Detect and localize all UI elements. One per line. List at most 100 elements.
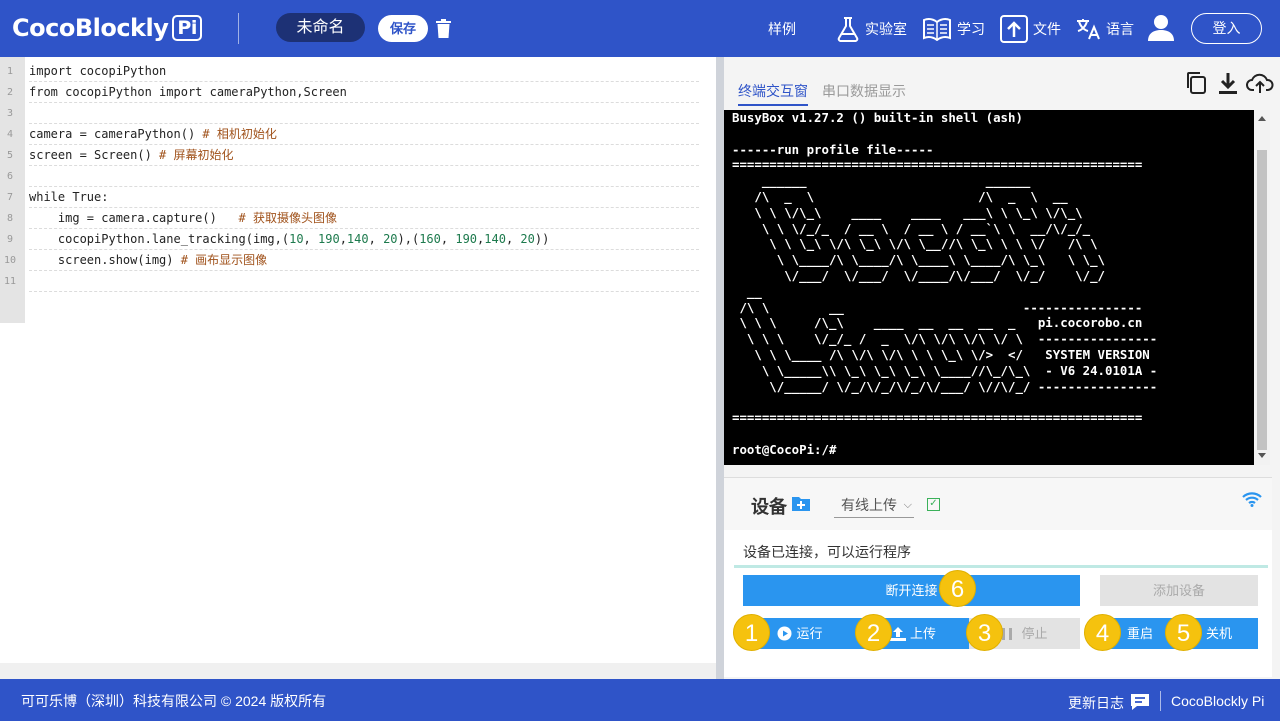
line-number: 2	[6, 87, 14, 98]
checkbox-icon[interactable]: ✓	[927, 498, 940, 511]
line-number: 4	[6, 129, 14, 140]
pause-icon	[1002, 627, 1013, 640]
callout-badge-4: 4	[1084, 614, 1121, 651]
nav-lab[interactable]: 实验室	[836, 16, 907, 42]
code-text: cocopiPython.lane_tracking(img,(10, 190,…	[29, 229, 699, 250]
scroll-down-arrow[interactable]	[1258, 453, 1266, 458]
status-bar	[734, 565, 1268, 568]
footer: 可可乐博（深圳）科技有限公司 © 2024 版权所有 更新日志 CocoBloc…	[0, 679, 1280, 721]
scroll-thumb[interactable]	[1257, 150, 1267, 450]
code-line[interactable]: 1 import cocopiPython	[0, 61, 700, 82]
code-editor[interactable]: 1 import cocopiPython 2 from cocopiPython i…	[0, 57, 716, 679]
terminal-scrollbar[interactable]	[1254, 110, 1270, 465]
flask-icon	[837, 17, 859, 42]
code-text: screen.show(img) # 画布显示图像	[29, 250, 699, 271]
code-text: camera = cameraPython() # 相机初始化	[29, 124, 699, 145]
line-number: 11	[3, 276, 17, 287]
code-comment: # 相机初始化	[202, 127, 277, 141]
book-icon	[923, 17, 951, 41]
code-line[interactable]: 4 camera = cameraPython() # 相机初始化	[0, 124, 700, 145]
translate-icon	[1077, 19, 1100, 40]
code-line[interactable]: 8 img = camera.capture() # 获取摄像头图像	[0, 208, 700, 229]
project-name[interactable]: 未命名	[276, 13, 365, 42]
header-divider	[238, 13, 239, 44]
code-comment: # 获取摄像头图像	[238, 211, 337, 225]
code-comment: # 屏幕初始化	[159, 148, 234, 162]
connection-type-value: 有线上传	[841, 497, 897, 513]
tab-serial-data[interactable]: 串口数据显示	[822, 81, 906, 101]
scroll-up-arrow[interactable]	[1258, 116, 1266, 121]
run-label: 运行	[796, 626, 823, 641]
code-text: img = camera.capture() # 获取摄像头图像	[29, 208, 699, 229]
line-number: 10	[3, 255, 17, 266]
code-line[interactable]: 10 screen.show(img) # 画布显示图像	[0, 250, 700, 271]
login-button[interactable]: 登入	[1191, 13, 1262, 44]
add-folder-icon[interactable]	[792, 495, 810, 511]
add-device-button[interactable]: 添加设备	[1100, 575, 1258, 606]
nav-language[interactable]: 语言	[1075, 16, 1134, 42]
code-text	[29, 271, 699, 292]
code-text	[29, 166, 699, 187]
code-line[interactable]: 6	[0, 166, 700, 187]
line-number: 1	[6, 66, 14, 77]
cloud-upload-icon[interactable]	[1246, 71, 1274, 95]
terminal-output[interactable]: BusyBox v1.27.2 () built-in shell (ash) …	[724, 110, 1254, 465]
trash-icon[interactable]	[436, 19, 451, 38]
save-button[interactable]: 保存	[378, 15, 428, 42]
callout-badge-5: 5	[1165, 614, 1202, 651]
chevron-down-icon: ⌵	[903, 499, 912, 511]
right-panel: 终端交互窗 串口数据显示 BusyBox v1.27.2 () built-in…	[724, 57, 1280, 679]
callout-badge-6: 6	[939, 570, 976, 607]
code-comment: # 画布显示图像	[180, 253, 268, 267]
user-icon[interactable]	[1147, 14, 1175, 42]
line-number: 3	[6, 108, 14, 119]
line-number: 5	[6, 150, 14, 161]
nav-file-label: 文件	[1033, 21, 1061, 37]
code-line[interactable]: 3	[0, 103, 700, 124]
line-number: 9	[6, 234, 14, 245]
logo-text: CocoBlockly	[12, 14, 169, 42]
code-line[interactable]: 5 screen = Screen() # 屏幕初始化	[0, 145, 700, 166]
device-header: 设备 有线上传 ⌵ ✓	[724, 478, 1272, 530]
line-number: 7	[6, 192, 14, 203]
copy-icon[interactable]	[1185, 71, 1207, 95]
download-icon[interactable]	[1217, 71, 1239, 95]
add-device-label: 添加设备	[1152, 583, 1205, 598]
code-text: screen = Screen() # 屏幕初始化	[29, 145, 699, 166]
disconnect-label: 断开连接	[885, 583, 938, 598]
device-title: 设备	[751, 497, 787, 517]
device-status-text: 设备已连接，可以运行程序	[743, 544, 911, 560]
message-icon[interactable]	[1130, 693, 1150, 711]
nav-lab-label: 实验室	[865, 21, 907, 37]
changelog-link[interactable]: 更新日志	[1068, 693, 1124, 713]
nav-examples-label: 样例	[768, 21, 796, 37]
code-line[interactable]: 11	[0, 271, 700, 292]
callout-badge-1: 1	[733, 614, 770, 651]
callout-badge-3: 3	[966, 614, 1003, 651]
tab-terminal[interactable]: 终端交互窗	[738, 81, 808, 106]
code-line[interactable]: 2 from cocopiPython import cameraPython,S…	[0, 82, 700, 103]
disconnect-button[interactable]: 断开连接	[743, 575, 1080, 606]
app-logo[interactable]: CocoBlockly Pi	[12, 14, 202, 42]
code-line[interactable]: 9 cocopiPython.lane_tracking(img,(10, 19…	[0, 229, 700, 250]
nav-file[interactable]: 文件	[1000, 15, 1061, 43]
upload-label: 上传	[909, 626, 936, 641]
nav-examples[interactable]: 样例	[768, 16, 796, 42]
wifi-icon	[1242, 492, 1262, 507]
shutdown-label: 关机	[1205, 626, 1232, 641]
code-text: import cocopiPython	[29, 61, 699, 82]
file-upload-icon	[1000, 15, 1028, 43]
code-line[interactable]: 7 while True:	[0, 187, 700, 208]
nav-learn[interactable]: 学习	[922, 16, 985, 42]
top-bar: CocoBlockly Pi 未命名 保存 样例 实验室 学习 文件 语言 登入	[0, 0, 1280, 57]
connection-type-select[interactable]: 有线上传 ⌵	[834, 494, 914, 518]
callout-badge-2: 2	[855, 614, 892, 651]
horizontal-scrollbar[interactable]	[0, 663, 716, 679]
footer-brand: CocoBlockly Pi	[1171, 693, 1265, 709]
copyright-text: 可可乐博（深圳）科技有限公司 © 2024 版权所有	[21, 693, 327, 709]
stop-label: 停止	[1021, 626, 1048, 641]
code-text: from cocopiPython import cameraPython,Sc…	[29, 82, 699, 103]
panel-splitter[interactable]	[716, 57, 724, 679]
line-number: 8	[6, 213, 14, 224]
nav-learn-label: 学习	[957, 21, 985, 37]
